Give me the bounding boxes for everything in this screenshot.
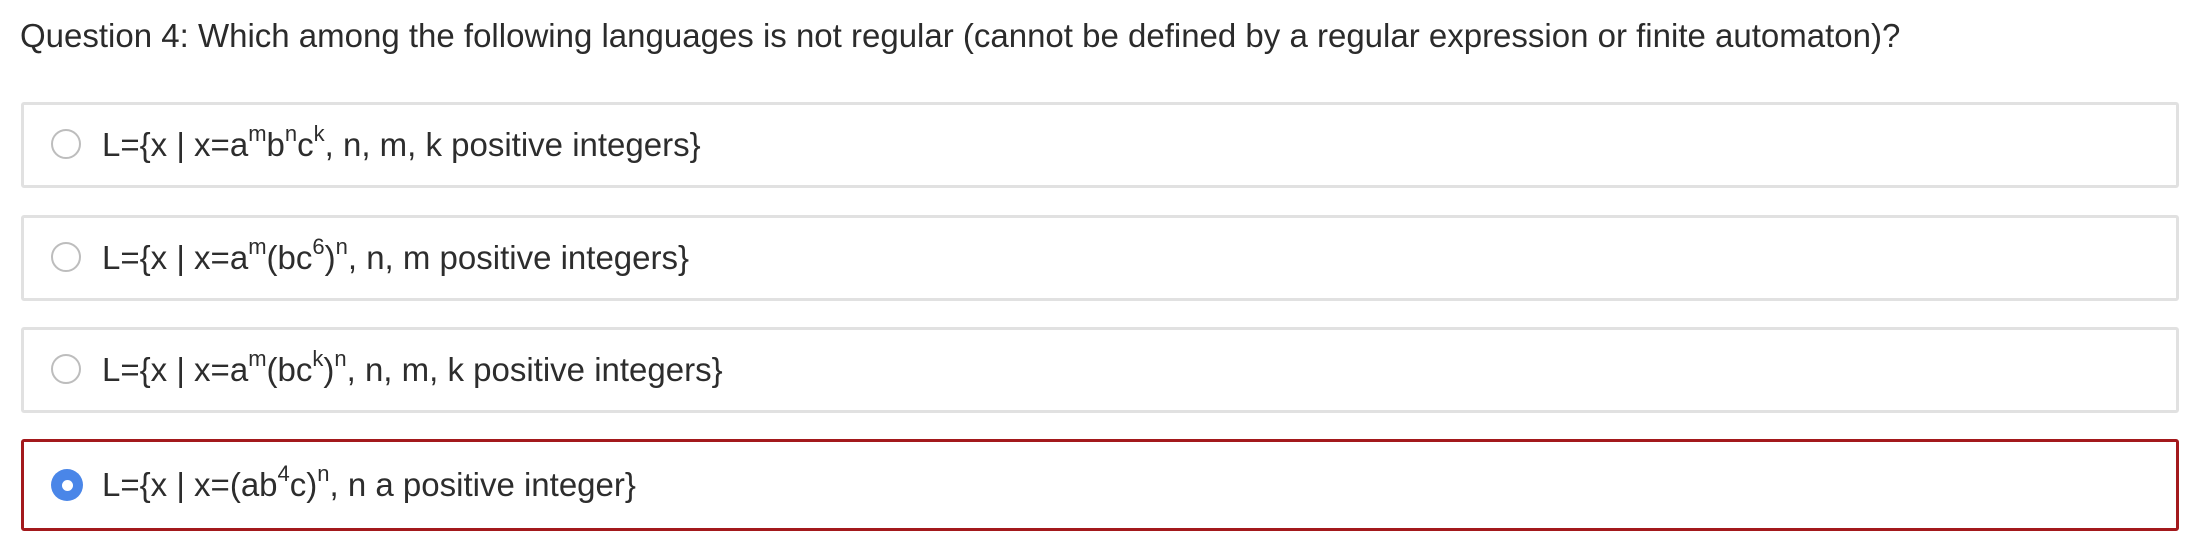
answer-option-1[interactable]: L={x | x=ambnck, n, m, k positive intege… [21,102,2179,188]
answer-option-3[interactable]: L={x | x=am(bck)n, n, m, k positive inte… [21,327,2179,413]
answer-option-label: L={x | x=ambnck, n, m, k positive intege… [102,121,701,164]
answer-option-2[interactable]: L={x | x=am(bc6)n, n, m positive integer… [21,215,2179,301]
radio-button-checked[interactable] [51,469,83,501]
answer-option-label: L={x | x=am(bc6)n, n, m positive integer… [102,234,690,277]
radio-button-unchecked[interactable] [51,242,81,272]
radio-button-unchecked[interactable] [51,354,81,384]
question-text: Question 4: Which among the following la… [20,17,1901,54]
answer-option-label: L={x | x=am(bck)n, n, m, k positive inte… [102,346,723,389]
radio-dot-icon [61,479,73,491]
answer-option-4[interactable]: L={x | x=(ab4c)n, n a positive integer} [21,439,2179,531]
radio-button-unchecked[interactable] [51,129,81,159]
answer-option-label: L={x | x=(ab4c)n, n a positive integer} [102,461,636,504]
